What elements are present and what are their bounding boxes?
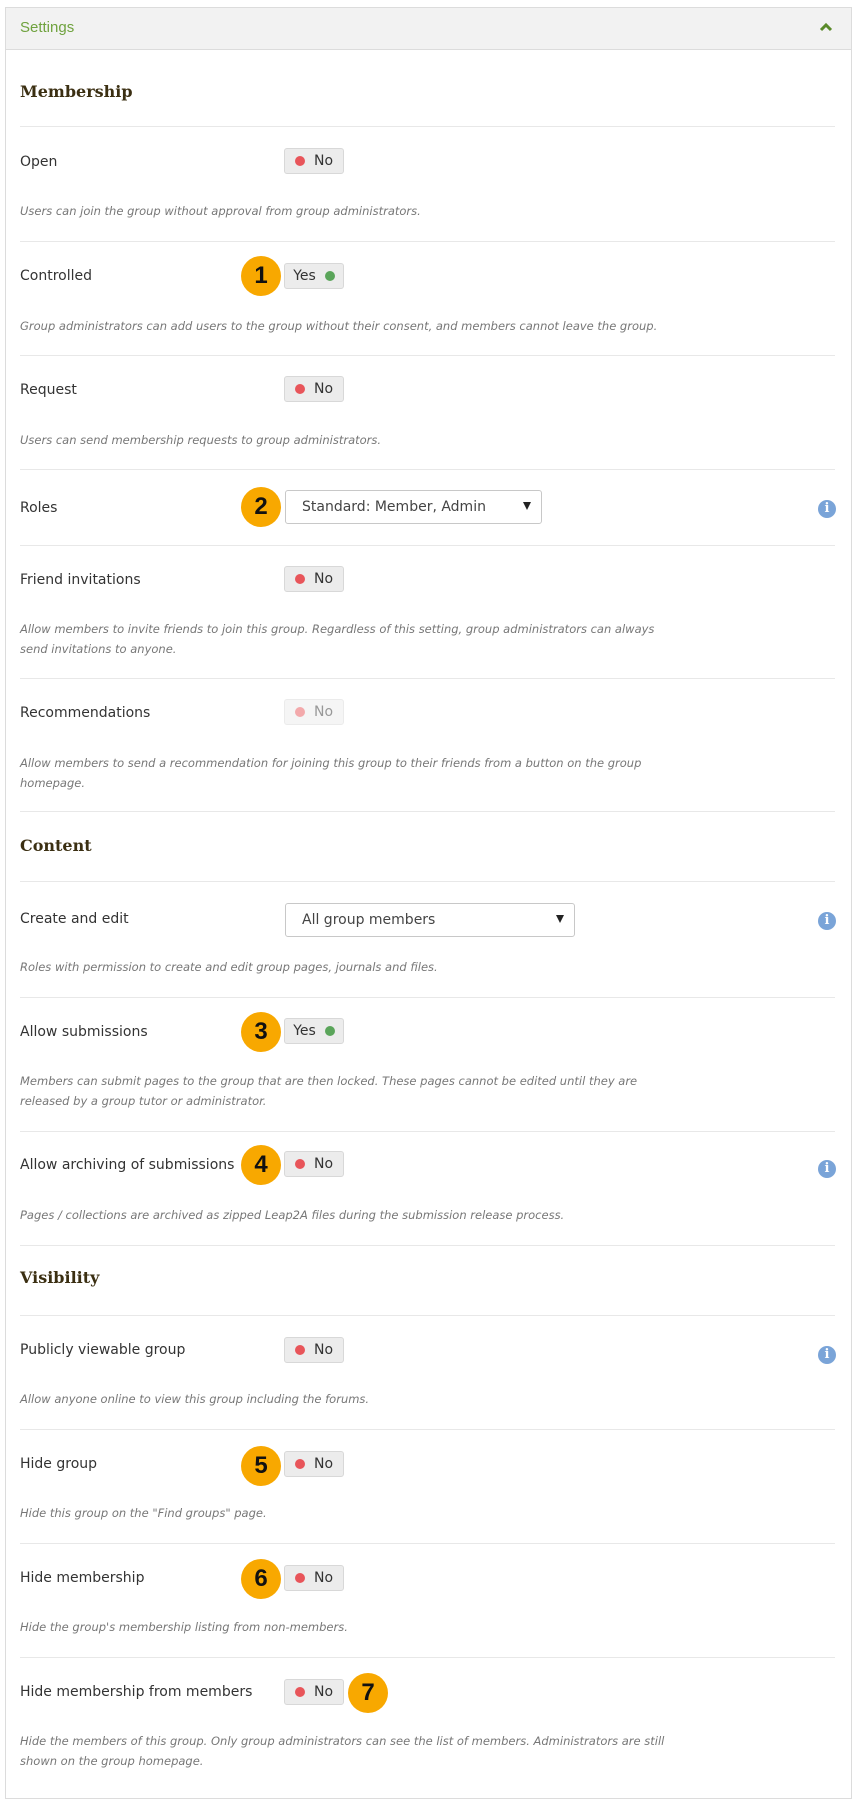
label-hide-membership: Hide membership xyxy=(20,1570,145,1586)
panel-header[interactable]: Settings xyxy=(6,8,851,50)
label-request: Request xyxy=(20,382,77,398)
description-hide-membership-from-members: Hide the members of this group. Only gro… xyxy=(20,1734,665,1768)
description-open: Users can join the group without approva… xyxy=(20,204,421,218)
callout-badge-4: 4 xyxy=(241,1145,281,1185)
off-dot-icon xyxy=(294,384,305,394)
label-create-and-edit: Create and edit xyxy=(20,911,129,927)
toggle-value: No xyxy=(313,1570,334,1586)
label-controlled: Controlled xyxy=(20,268,92,284)
off-dot-icon xyxy=(294,1687,305,1697)
callout-badge-6: 6 xyxy=(241,1559,281,1599)
divider xyxy=(20,469,835,470)
off-dot-icon xyxy=(294,707,305,717)
caret-down-icon xyxy=(556,915,564,923)
toggle-value: No xyxy=(313,153,334,169)
toggle-hide-membership-from-members[interactable]: No xyxy=(284,1679,344,1705)
divider xyxy=(20,678,835,679)
section-heading-content: Content xyxy=(20,836,92,855)
select-value: Standard: Member, Admin xyxy=(302,499,486,515)
description-allow-submissions: Members can submit pages to the group th… xyxy=(20,1074,638,1108)
callout-badge-3: 3 xyxy=(241,1012,281,1052)
label-hide-membership-from-members: Hide membership from members xyxy=(20,1684,253,1700)
callout-badge-7: 7 xyxy=(348,1673,388,1713)
off-dot-icon xyxy=(294,574,305,584)
description-controlled: Group administrators can add users to th… xyxy=(20,319,658,333)
off-dot-icon xyxy=(294,1159,305,1169)
divider xyxy=(20,1245,835,1246)
toggle-allow-archiving[interactable]: No xyxy=(284,1151,344,1177)
toggle-value: No xyxy=(313,1342,334,1358)
toggle-value: Yes xyxy=(293,268,316,284)
divider xyxy=(20,1131,835,1132)
off-dot-icon xyxy=(294,1459,305,1469)
divider xyxy=(20,355,835,356)
divider xyxy=(20,1429,835,1430)
divider xyxy=(20,126,835,127)
toggle-hide-membership[interactable]: No xyxy=(284,1565,344,1591)
toggle-value: No xyxy=(313,571,334,587)
toggle-value: No xyxy=(313,1684,334,1700)
divider xyxy=(20,1543,835,1544)
label-allow-submissions: Allow submissions xyxy=(20,1024,148,1040)
off-dot-icon xyxy=(294,1345,305,1355)
label-friend-invitations: Friend invitations xyxy=(20,572,141,588)
select-value: All group members xyxy=(302,912,436,928)
info-icon[interactable]: i xyxy=(818,912,836,930)
label-recommendations: Recommendations xyxy=(20,705,151,721)
create-and-edit-select[interactable]: All group members xyxy=(285,903,575,937)
callout-badge-1: 1 xyxy=(241,256,281,296)
description-allow-archiving: Pages / collections are archived as zipp… xyxy=(20,1208,565,1222)
info-icon[interactable]: i xyxy=(818,500,836,518)
off-dot-icon xyxy=(294,1573,305,1583)
off-dot-icon xyxy=(294,156,305,166)
description-hide-membership: Hide the group's membership listing from… xyxy=(20,1620,348,1634)
divider xyxy=(20,545,835,546)
label-allow-archiving: Allow archiving of submissions xyxy=(20,1157,235,1173)
toggle-allow-submissions[interactable]: Yes xyxy=(284,1018,344,1044)
toggle-controlled[interactable]: Yes xyxy=(284,263,344,289)
divider xyxy=(20,997,835,998)
toggle-value: No xyxy=(313,381,334,397)
chevron-up-icon[interactable] xyxy=(819,21,833,33)
toggle-open[interactable]: No xyxy=(284,148,344,174)
toggle-value: No xyxy=(313,704,334,720)
callout-badge-2: 2 xyxy=(241,487,281,527)
label-hide-group: Hide group xyxy=(20,1456,98,1472)
description-hide-group: Hide this group on the "Find groups" pag… xyxy=(20,1506,267,1520)
toggle-friend-invitations[interactable]: No xyxy=(284,566,344,592)
info-icon[interactable]: i xyxy=(818,1160,836,1178)
toggle-recommendations: No xyxy=(284,699,344,725)
toggle-request[interactable]: No xyxy=(284,376,344,402)
divider xyxy=(20,241,835,242)
label-publicly-viewable: Publicly viewable group xyxy=(20,1342,186,1358)
description-request: Users can send membership requests to gr… xyxy=(20,433,382,447)
caret-down-icon xyxy=(523,502,531,510)
on-dot-icon xyxy=(324,1026,335,1036)
label-roles: Roles xyxy=(20,500,58,516)
roles-select[interactable]: Standard: Member, Admin xyxy=(285,490,542,524)
divider xyxy=(20,811,835,812)
description-create-and-edit: Roles with permission to create and edit… xyxy=(20,960,438,974)
description-publicly-viewable: Allow anyone online to view this group i… xyxy=(20,1392,370,1406)
toggle-hide-group[interactable]: No xyxy=(284,1451,344,1477)
label-open: Open xyxy=(20,154,58,170)
on-dot-icon xyxy=(324,271,335,281)
info-icon[interactable]: i xyxy=(818,1346,836,1364)
section-heading-membership: Membership xyxy=(20,82,133,101)
toggle-value: No xyxy=(313,1456,334,1472)
divider xyxy=(20,881,835,882)
divider xyxy=(20,1657,835,1658)
toggle-value: No xyxy=(313,1156,334,1172)
toggle-value: Yes xyxy=(293,1023,316,1039)
description-recommendations: Allow members to send a recommendation f… xyxy=(20,756,642,790)
toggle-publicly-viewable[interactable]: No xyxy=(284,1337,344,1363)
callout-badge-5: 5 xyxy=(241,1446,281,1486)
description-friend-invitations: Allow members to invite friends to join … xyxy=(20,622,655,656)
divider xyxy=(20,1315,835,1316)
section-heading-visibility: Visibility xyxy=(20,1268,100,1287)
panel-title: Settings xyxy=(20,19,75,36)
